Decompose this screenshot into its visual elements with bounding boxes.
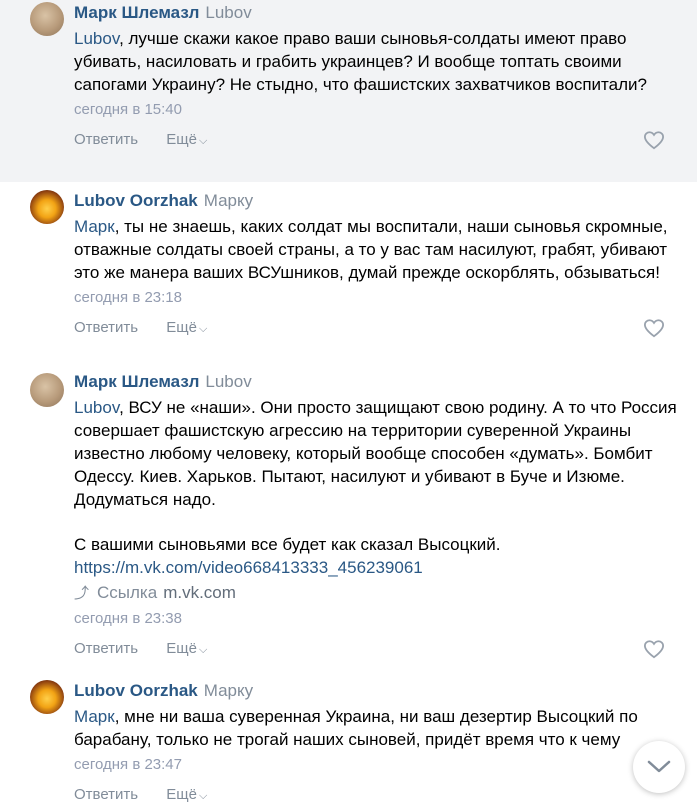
comment-text: Lubov, лучше скажи какое право ваши сыно… [74,27,679,96]
comment-body: , мне ни ваша суверенная Украина, ни ваш… [74,707,638,749]
chevron-down-icon: ⌵ [199,790,208,802]
more-label: Ещё [166,319,197,336]
comment: Lubov Oorzhak Марку Марк, мне ни ваша сув… [0,670,697,807]
reply-to-name[interactable]: Lubov [205,3,251,22]
avatar[interactable] [30,373,64,407]
more-label: Ещё [166,640,197,657]
chevron-down-icon: ⌵ [199,323,208,335]
timestamp[interactable]: сегодня в 23:47 [74,755,679,775]
author-name[interactable]: Марк Шлемазл [74,372,199,391]
comment: Марк Шлемазл Lubov Lubov, лучше скажи как… [0,0,697,182]
comment-body: , лучше скажи какое право ваши сыновья-с… [74,29,647,94]
chevron-down-icon: ⌵ [199,644,208,656]
more-label: Ещё [166,131,197,148]
comment-header: Марк Шлемазл Lubov [74,0,679,23]
heart-outline-icon[interactable] [643,639,665,659]
comment-text: Марк, мне ни ваша суверенная Украина, ни… [74,705,679,751]
reply-button[interactable]: Ответить [74,319,138,336]
video-link[interactable]: https://m.vk.com/video668413333_45623906… [74,556,679,579]
heart-outline-icon[interactable] [643,318,665,338]
avatar[interactable] [30,2,64,36]
comment: Марк Шлемазл Lubov Lubov, ВСУ не «наши». … [0,365,697,670]
comment-text: Марк, ты не знаешь, каких солдат мы восп… [74,215,679,284]
author-name[interactable]: Lubov Oorzhak [74,191,198,210]
comment-actions: Ответить Ещё ⌵ [74,639,679,659]
timestamp[interactable]: сегодня в 23:38 [74,609,679,629]
comment-body: , ты не знаешь, каких солдат мы воспитал… [74,217,668,282]
comment-body-second: С вашими сыновьями все будет как сказал … [74,535,501,554]
mention-link[interactable]: Марк [74,707,115,726]
avatar[interactable] [30,680,64,714]
more-label: Ещё [166,786,197,803]
reply-to-name[interactable]: Марку [204,191,253,210]
reply-to-name[interactable]: Марку [204,681,253,700]
reply-button[interactable]: Ответить [74,786,138,803]
comment-header: Lubov Oorzhak Марку [74,678,679,701]
attachment-label: Ссылка [97,583,158,602]
comment-header: Марк Шлемазл Lubov [74,369,679,392]
link-attachment[interactable]: ⤴ Ссылка m.vk.com [74,581,679,605]
comment: Lubov Oorzhak Марку Марк, ты не знаешь, к… [0,182,697,365]
timestamp[interactable]: сегодня в 15:40 [74,100,679,120]
share-arrow-icon: ⤴ [74,585,90,602]
comment-actions: Ответить Ещё ⌵ [74,130,679,150]
comment-text: Lubov, ВСУ не «наши». Они просто защищаю… [74,396,679,579]
attachment-domain: m.vk.com [163,583,236,602]
chevron-down-icon: ⌵ [199,135,208,147]
author-name[interactable]: Марк Шлемазл [74,3,199,22]
heart-outline-icon[interactable] [643,130,665,150]
comment-actions: Ответить Ещё ⌵ [74,318,679,338]
avatar[interactable] [30,190,64,224]
author-name[interactable]: Lubov Oorzhak [74,681,198,700]
mention-link[interactable]: Lubov [74,398,119,417]
more-button[interactable]: Ещё ⌵ [166,786,207,803]
reply-button[interactable]: Ответить [74,131,138,148]
more-button[interactable]: Ещё ⌵ [166,319,207,336]
comment-body: , ВСУ не «наши». Они просто защищают сво… [74,398,677,509]
mention-link[interactable]: Lubov [74,29,119,48]
comment-actions: Ответить Ещё ⌵ [74,785,679,805]
more-button[interactable]: Ещё ⌵ [166,131,207,148]
comment-header: Lubov Oorzhak Марку [74,188,679,211]
reply-button[interactable]: Ответить [74,640,138,657]
reply-to-name[interactable]: Lubov [205,372,251,391]
scroll-down-button[interactable] [633,741,685,793]
timestamp[interactable]: сегодня в 23:18 [74,288,679,308]
chevron-down-icon [647,760,671,773]
mention-link[interactable]: Марк [74,217,115,236]
more-button[interactable]: Ещё ⌵ [166,640,207,657]
